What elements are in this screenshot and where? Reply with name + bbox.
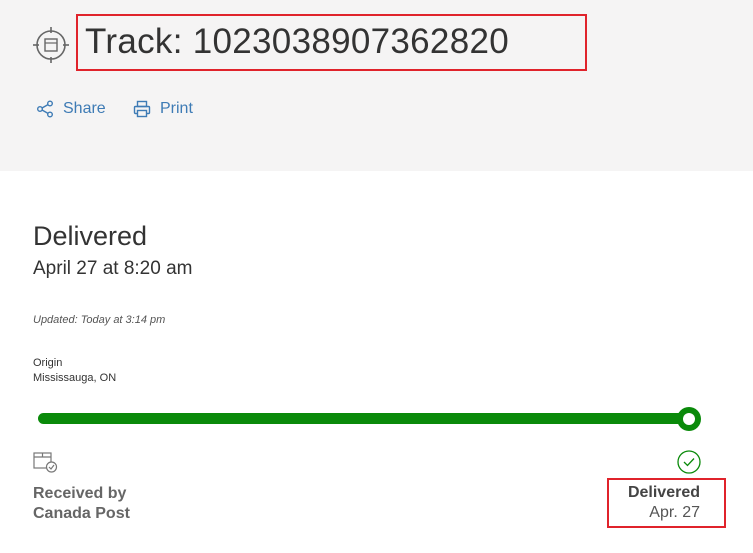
milestone-delivered-label: Delivered xyxy=(627,484,700,501)
share-icon xyxy=(37,100,53,118)
milestone-delivered-date: Apr. 27 xyxy=(649,504,700,521)
target-icon xyxy=(33,27,69,63)
page-title: Track: 1023038907362820 xyxy=(85,22,509,61)
origin-label: Origin xyxy=(33,357,63,369)
progress-end-marker xyxy=(677,407,701,431)
share-button[interactable]: Share xyxy=(36,100,106,118)
progress-bar xyxy=(38,413,690,424)
share-label: Share xyxy=(63,100,106,117)
updated-timestamp: Updated: Today at 3:14 pm xyxy=(33,314,166,326)
milestone-received: Received by Canada Post xyxy=(33,484,233,524)
print-label: Print xyxy=(160,100,193,117)
print-button[interactable]: Print xyxy=(133,100,193,118)
delivery-time: April 27 at 8:20 am xyxy=(33,258,193,279)
origin-value: Mississauga, ON xyxy=(33,372,117,384)
milestone-received-line1: Received by xyxy=(33,485,127,502)
delivery-status: Delivered xyxy=(33,221,148,251)
check-circle-icon xyxy=(677,450,701,474)
tracking-header: Track: 1023038907362820 Share Print xyxy=(0,0,753,171)
milestone-received-line2: Canada Post xyxy=(33,505,130,522)
package-check-icon xyxy=(33,452,58,473)
printer-icon xyxy=(133,100,151,118)
